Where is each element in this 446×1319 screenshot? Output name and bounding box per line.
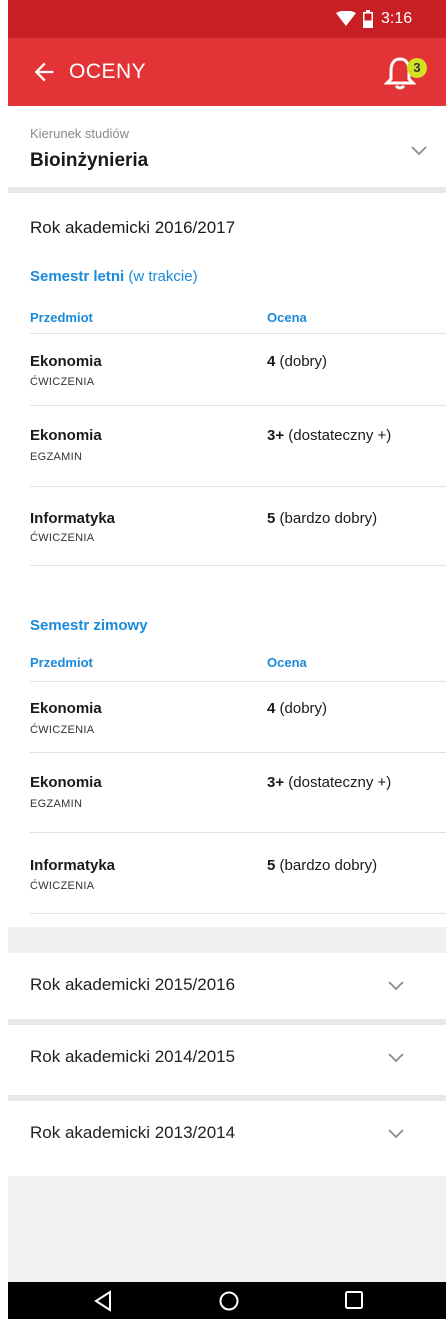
subject-name: Ekonomia: [30, 700, 102, 717]
chevron-down-icon[interactable]: [411, 146, 427, 156]
semester-title-winter: Semestr zimowy: [30, 617, 148, 634]
triangle-back-icon[interactable]: [93, 1290, 113, 1312]
row-divider: [30, 752, 446, 753]
screen: 3:16 OCENY 3 Kierunek studiów Bioinżynie…: [0, 0, 446, 1319]
row-divider: [30, 405, 446, 406]
grade: 3+ (dostateczny +): [267, 774, 391, 791]
system-nav-bar: [8, 1282, 446, 1319]
semester-title-summer: Semestr letni (w trakcie): [30, 268, 198, 285]
year-title: Rok akademicki 2016/2017: [30, 218, 236, 237]
grade-description: (dobry): [279, 700, 328, 717]
semester-name: Semestr letni: [30, 268, 125, 285]
subject-name: Ekonomia: [30, 353, 102, 370]
grade-value: 5: [267, 510, 276, 527]
arrow-left-icon[interactable]: [30, 58, 58, 86]
chevron-down-icon[interactable]: [388, 1129, 404, 1139]
column-header-subject: Przedmiot: [30, 655, 93, 670]
field-of-study-selector[interactable]: Kierunek studiów Bioinżynieria: [8, 106, 446, 187]
year-label: Rok akademicki 2013/2014: [30, 1123, 236, 1142]
app-content: 3:16 OCENY 3 Kierunek studiów Bioinżynie…: [8, 0, 446, 1319]
row-divider: [30, 333, 446, 334]
class-form: ĆWICZENIA: [30, 724, 95, 736]
grade-value: 4: [267, 700, 276, 717]
grade-description: (dostateczny +): [288, 427, 392, 444]
subject-name: Ekonomia: [30, 427, 102, 444]
grade-value: 4: [267, 353, 276, 370]
grade-value: 3+: [267, 427, 285, 444]
year-label: Rok akademicki 2014/2015: [30, 1047, 236, 1066]
grade-description: (dostateczny +): [288, 774, 392, 791]
row-divider: [30, 565, 446, 566]
year-row-2013-2014[interactable]: Rok akademicki 2013/2014: [8, 1101, 446, 1167]
empty-area: [8, 1176, 446, 1282]
grade: 5 (bardzo dobry): [267, 510, 377, 527]
field-of-study-label: Kierunek studiów: [30, 126, 129, 141]
class-form: ĆWICZENIA: [30, 376, 95, 388]
year-label: Rok akademicki 2015/2016: [30, 975, 236, 994]
status-bar: 3:16: [8, 0, 446, 38]
subject-name: Informatyka: [30, 857, 116, 874]
year-row-2015-2016[interactable]: Rok akademicki 2015/2016: [8, 953, 446, 1019]
status-time: 3:16: [381, 10, 413, 27]
class-form: ĆWICZENIA: [30, 532, 95, 544]
year-card-2016-2017: Rok akademicki 2016/2017 Semestr letni (…: [8, 193, 446, 927]
row-divider: [30, 486, 446, 487]
subject-name: Informatyka: [30, 510, 116, 527]
grade-value: 5: [267, 857, 276, 874]
grade: 4 (dobry): [267, 700, 327, 717]
notification-badge: 3: [407, 58, 427, 78]
app-bar: OCENY 3: [8, 38, 446, 106]
grade: 3+ (dostateczny +): [267, 427, 391, 444]
row-divider: [30, 832, 446, 833]
square-recents-icon[interactable]: [344, 1290, 364, 1310]
circle-home-icon[interactable]: [218, 1290, 240, 1312]
section-spacer: [8, 927, 446, 953]
chevron-down-icon[interactable]: [388, 1053, 404, 1063]
row-divider: [30, 681, 446, 682]
row-divider: [30, 913, 446, 914]
battery-icon: [363, 10, 373, 28]
grade-value: 3+: [267, 774, 285, 791]
semester-name: Semestr zimowy: [30, 617, 148, 634]
grade-description: (dobry): [279, 353, 328, 370]
column-header-grade: Ocena: [267, 310, 307, 325]
semester-status: (w trakcie): [128, 268, 198, 285]
class-form: ĆWICZENIA: [30, 880, 95, 892]
grade-description: (bardzo dobry): [279, 510, 378, 527]
class-form: EGZAMIN: [30, 798, 83, 810]
class-form: EGZAMIN: [30, 451, 83, 463]
year-row-2014-2015[interactable]: Rok akademicki 2014/2015: [8, 1025, 446, 1091]
grade: 5 (bardzo dobry): [267, 857, 377, 874]
column-header-grade: Ocena: [267, 655, 307, 670]
chevron-down-icon[interactable]: [388, 981, 404, 991]
column-header-subject: Przedmiot: [30, 310, 93, 325]
page-title: OCENY: [69, 60, 147, 83]
grade-description: (bardzo dobry): [279, 857, 378, 874]
wifi-icon: [336, 11, 356, 26]
field-of-study-value: Bioinżynieria: [30, 150, 149, 171]
left-margin: [0, 0, 8, 1319]
subject-name: Ekonomia: [30, 774, 102, 791]
grade: 4 (dobry): [267, 353, 327, 370]
